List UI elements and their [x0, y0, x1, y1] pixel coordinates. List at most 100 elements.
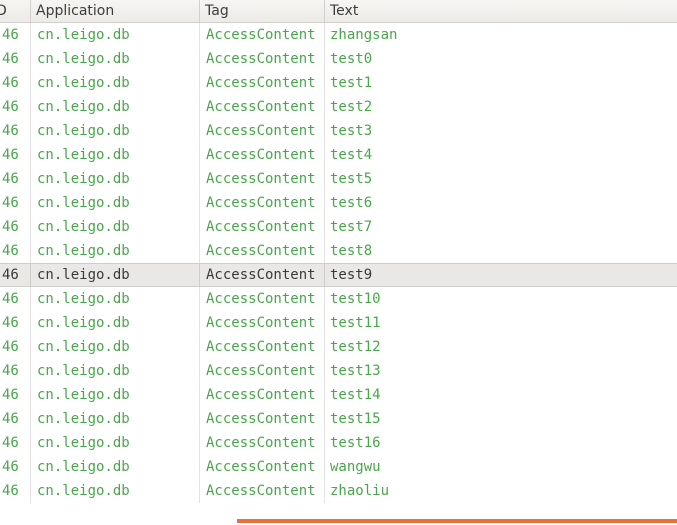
row-tag: AccessContent [200, 167, 325, 191]
row-application: cn.leigo.db [31, 23, 200, 47]
row-tag: AccessContent [200, 479, 325, 503]
row-text: test16 [330, 435, 381, 451]
row-application: cn.leigo.db [31, 383, 200, 407]
column-header-tag[interactable]: Tag [200, 0, 325, 22]
row-text: test14 [330, 387, 381, 403]
table-row[interactable]: 46 cn.leigo.db AccessContent test4 [0, 143, 677, 167]
row-text: test8 [330, 243, 373, 259]
row-text: test7 [330, 219, 373, 235]
row-text: zhangsan [330, 27, 398, 43]
row-text: wangwu [330, 459, 381, 475]
row-tag: AccessContent [200, 287, 325, 311]
row-tag: AccessContent [200, 71, 325, 95]
row-text: test11 [330, 315, 381, 331]
table-row[interactable]: 46 cn.leigo.db AccessContent test0 [0, 47, 677, 71]
column-header-text[interactable]: Text [325, 0, 677, 22]
row-text: test0 [330, 51, 373, 67]
row-tag: AccessContent [200, 95, 325, 119]
row-tag: AccessContent [200, 239, 325, 263]
row-tag: AccessContent [200, 335, 325, 359]
table-row[interactable]: 46 cn.leigo.db AccessContent test15 [0, 407, 677, 431]
table-row[interactable]: 46 cn.leigo.db AccessContent test6 [0, 191, 677, 215]
row-pid: 46 [0, 95, 31, 119]
row-tag: AccessContent [200, 431, 325, 455]
table-row[interactable]: 46 cn.leigo.db AccessContent zhaoliu [0, 479, 677, 503]
row-pid: 46 [0, 239, 31, 263]
row-pid: 46 [0, 431, 31, 455]
table-row[interactable]: 46 cn.leigo.db AccessContent wangwu [0, 455, 677, 479]
row-pid: 46 [0, 47, 31, 71]
row-pid: 46 [0, 383, 31, 407]
row-application: cn.leigo.db [31, 287, 200, 311]
row-text: test12 [330, 339, 381, 355]
row-application: cn.leigo.db [31, 431, 200, 455]
table-row[interactable]: 46 cn.leigo.db AccessContent test12 [0, 335, 677, 359]
table-row[interactable]: 46 cn.leigo.db AccessContent test16 [0, 431, 677, 455]
row-application: cn.leigo.db [31, 359, 200, 383]
table-row[interactable]: 46 cn.leigo.db AccessContent test8 [0, 239, 677, 263]
table-row[interactable]: 46 cn.leigo.db AccessContent test9 [0, 263, 677, 287]
row-text: test5 [330, 171, 373, 187]
row-pid: 46 [0, 215, 31, 239]
row-tag: AccessContent [200, 455, 325, 479]
row-tag: AccessContent [200, 23, 325, 47]
row-application: cn.leigo.db [31, 95, 200, 119]
row-application: cn.leigo.db [31, 264, 200, 286]
row-tag: AccessContent [200, 311, 325, 335]
table-row[interactable]: 46 cn.leigo.db AccessContent test3 [0, 119, 677, 143]
row-application: cn.leigo.db [31, 47, 200, 71]
table-header: D Application Tag Text [0, 0, 677, 23]
row-application: cn.leigo.db [31, 119, 200, 143]
column-header-application[interactable]: Application [31, 0, 200, 22]
row-application: cn.leigo.db [31, 311, 200, 335]
table-row[interactable]: 46 cn.leigo.db AccessContent test2 [0, 95, 677, 119]
logcat-table: D Application Tag Text 46cn.leigo.dbAcce… [0, 0, 677, 503]
row-pid: 46 [0, 191, 31, 215]
row-application: cn.leigo.db [31, 239, 200, 263]
table-row[interactable]: 46 cn.leigo.db AccessContent test10 [0, 287, 677, 311]
row-text: test15 [330, 411, 381, 427]
row-text: test3 [330, 123, 373, 139]
row-tag: AccessContent [200, 359, 325, 383]
row-text: test9 [330, 267, 373, 283]
row-text: test13 [330, 363, 381, 379]
table-row[interactable]: 46 cn.leigo.db AccessContent test14 [0, 383, 677, 407]
column-header-pid[interactable]: D [0, 0, 31, 22]
table-body: 46 cn.leigo.db AccessContent zhangsan 46 cn.l… [0, 23, 677, 503]
scrollbar-indicator[interactable] [237, 519, 677, 523]
row-pid: 46 [0, 167, 31, 191]
row-pid: 46 [0, 143, 31, 167]
row-pid: 46 [0, 23, 31, 47]
row-tag: AccessContent [200, 47, 325, 71]
row-pid: 46 [0, 335, 31, 359]
row-pid: 46 [0, 119, 31, 143]
table-row[interactable]: 46 cn.leigo.db AccessContent zhangsan [0, 23, 677, 47]
row-tag: AccessContent [200, 383, 325, 407]
row-text: test10 [330, 291, 381, 307]
row-tag: AccessContent [200, 407, 325, 431]
row-pid: 46 [0, 71, 31, 95]
table-row[interactable]: 46 cn.leigo.db AccessContent test13 [0, 359, 677, 383]
row-pid: 46 [0, 287, 31, 311]
table-row[interactable]: 46 cn.leigo.db AccessContent test1 [0, 71, 677, 95]
row-application: cn.leigo.db [31, 191, 200, 215]
row-application: cn.leigo.db [31, 143, 200, 167]
row-text: zhaoliu [330, 483, 390, 499]
table-row[interactable]: 46 cn.leigo.db AccessContent test5 [0, 167, 677, 191]
row-tag: AccessContent [200, 143, 325, 167]
row-pid: 46 [0, 479, 31, 503]
row-application: cn.leigo.db [31, 455, 200, 479]
row-text: test1 [330, 75, 373, 91]
row-application: cn.leigo.db [31, 215, 200, 239]
row-tag: AccessContent [200, 215, 325, 239]
row-tag: AccessContent [200, 119, 325, 143]
row-tag: AccessContent [200, 191, 325, 215]
row-tag: AccessContent [200, 264, 325, 286]
row-pid: 46 [0, 311, 31, 335]
row-application: cn.leigo.db [31, 407, 200, 431]
row-pid: 46 [0, 359, 31, 383]
row-pid: 46 [0, 264, 31, 286]
table-row[interactable]: 46 cn.leigo.db AccessContent test11 [0, 311, 677, 335]
table-row[interactable]: 46 cn.leigo.db AccessContent test7 [0, 215, 677, 239]
row-application: cn.leigo.db [31, 479, 200, 503]
